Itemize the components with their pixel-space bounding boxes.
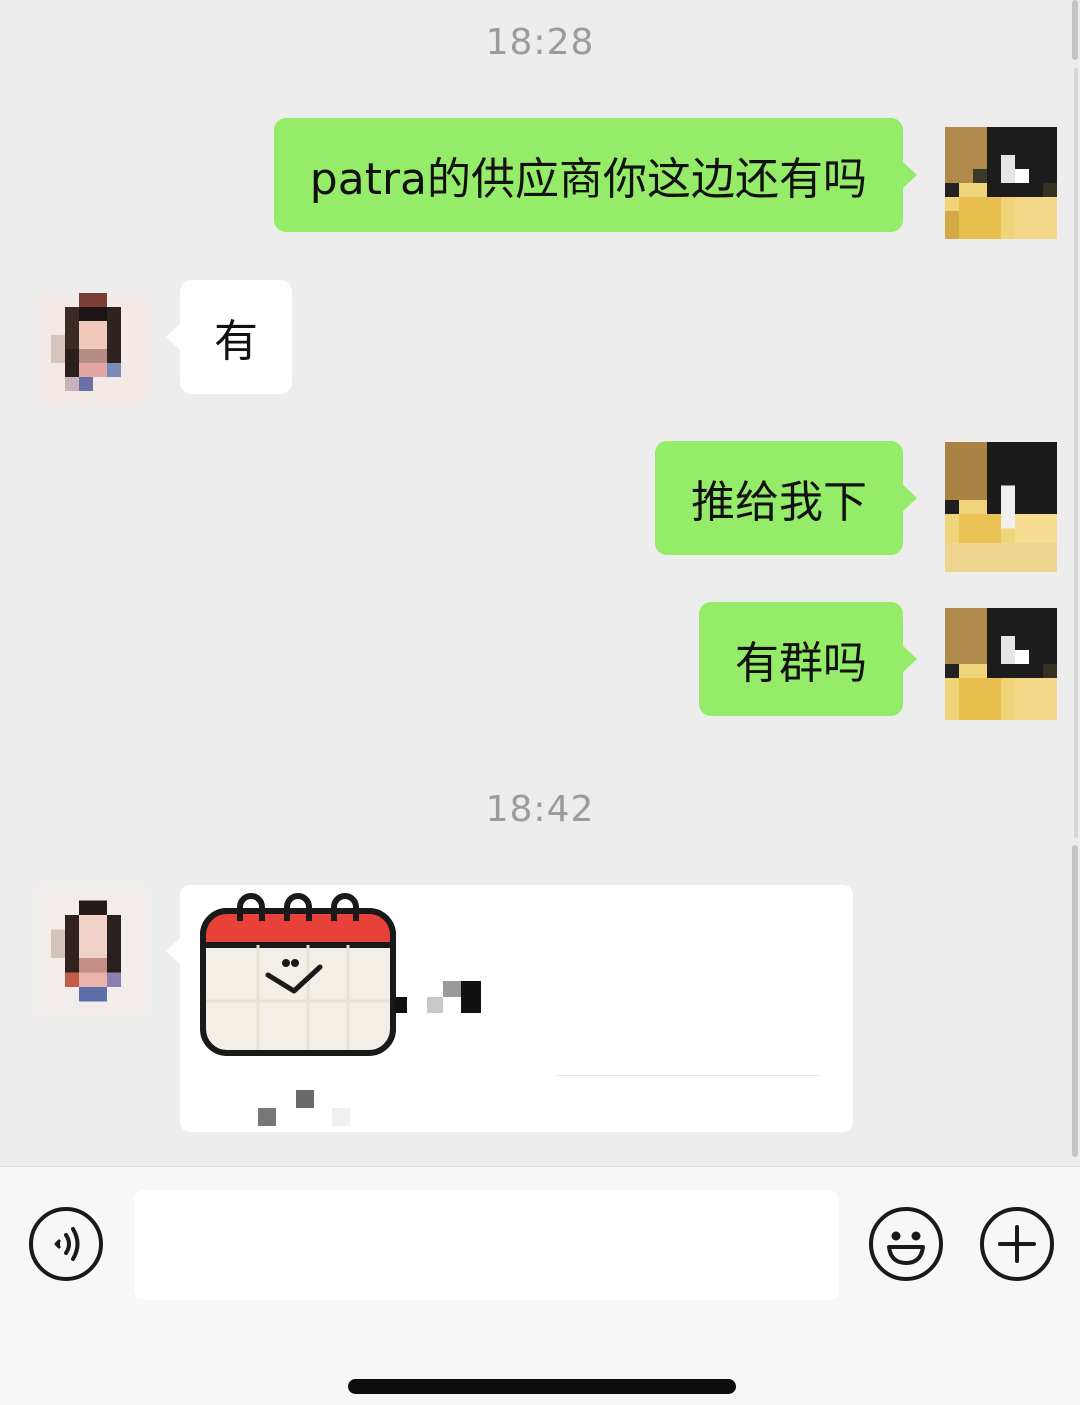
scrollbar-track [1074, 68, 1078, 838]
home-indicator[interactable] [348, 1379, 736, 1394]
message-text: 有 [214, 316, 258, 367]
message-text: 推给我下 [691, 477, 867, 528]
card-message[interactable] [166, 885, 853, 1132]
voice-button[interactable] [29, 1207, 103, 1281]
scrollbar-thumb-top[interactable] [1072, 0, 1078, 60]
contact-avatar[interactable] [37, 293, 149, 405]
message-text: 有群吗 [735, 638, 867, 689]
outgoing-message-bubble[interactable]: patra的供应商你这边还有吗 [273, 118, 918, 232]
scrollbar-thumb[interactable] [1072, 845, 1078, 1157]
timestamp-1: 18:28 [485, 22, 595, 63]
incoming-message-bubble[interactable]: 有 [166, 280, 292, 394]
input-bar [0, 1166, 1080, 1405]
emoji-icon [887, 1231, 925, 1265]
voice-icon [54, 1227, 80, 1261]
pixelated-title [395, 981, 481, 1013]
card-divider [556, 1075, 820, 1076]
my-avatar[interactable] [945, 608, 1057, 720]
outgoing-message-bubble[interactable]: 有群吗 [699, 602, 917, 716]
contact-avatar[interactable] [37, 886, 149, 1016]
plus-icon [998, 1225, 1036, 1263]
message-text: patra的供应商你这边还有吗 [309, 154, 867, 205]
timestamp-2: 18:42 [485, 789, 595, 830]
pixelated-subtitle [258, 1090, 350, 1126]
my-avatar[interactable] [945, 127, 1057, 239]
calendar-sticker-icon [200, 893, 396, 1056]
message-input[interactable] [134, 1190, 839, 1300]
more-button[interactable] [980, 1207, 1054, 1281]
emoji-button[interactable] [869, 1207, 943, 1281]
my-avatar[interactable] [945, 442, 1057, 572]
outgoing-message-bubble[interactable]: 推给我下 [655, 441, 917, 555]
